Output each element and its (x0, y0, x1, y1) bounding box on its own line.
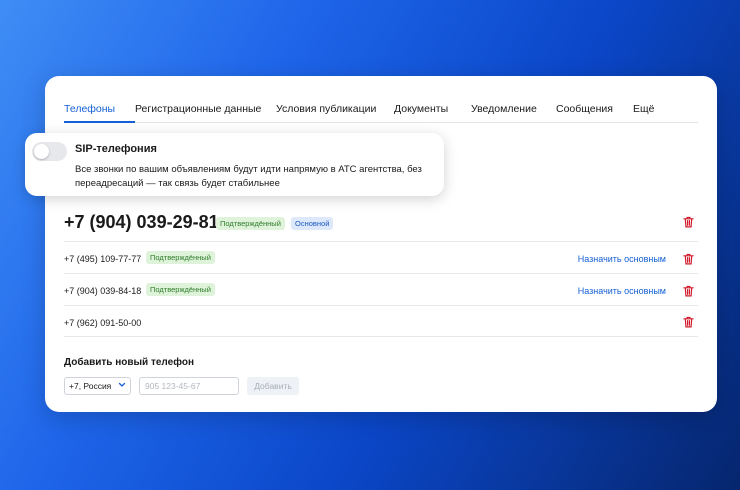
tab-messages[interactable]: Сообщения (556, 103, 633, 122)
tab-phones[interactable]: Телефоны (64, 103, 135, 123)
trash-icon[interactable] (683, 216, 694, 228)
sip-toggle[interactable] (32, 142, 67, 161)
phone-row: +7 (495) 109-77-77 Подтверждённый Назнач… (64, 242, 698, 274)
tab-publication-terms[interactable]: Условия публикации (276, 103, 394, 122)
phone-number: +7 (962) 091-50-00 (64, 318, 142, 328)
tab-more[interactable]: Ещё (633, 103, 663, 122)
phone-row-main: +7 (904) 039-29-81 Подтверждённый Основн… (64, 212, 698, 242)
trash-icon[interactable] (683, 253, 694, 265)
sip-description: Все звонки по вашим объявлениям будут ид… (75, 164, 422, 189)
tab-notification[interactable]: Уведомление (471, 103, 556, 122)
tab-documents[interactable]: Документы (394, 103, 471, 122)
phone-row: +7 (962) 091-50-00 (64, 306, 698, 337)
sip-title: SIP-телефония (75, 143, 157, 155)
phone-number: +7 (495) 109-77-77 (64, 254, 142, 264)
chevron-down-icon (118, 382, 126, 387)
trash-icon[interactable] (683, 285, 694, 297)
phone-row: +7 (904) 039-84-18 Подтверждённый Назнач… (64, 274, 698, 306)
country-select[interactable]: +7, Россия (64, 377, 131, 395)
add-phone-button[interactable]: Добавить (247, 377, 299, 395)
set-main-button[interactable]: Назначить основным (578, 286, 666, 296)
country-select-value: +7, Россия (69, 381, 112, 391)
tab-registration[interactable]: Регистрационные данные (135, 103, 276, 122)
settings-card: Телефоны Регистрационные данные Условия … (45, 76, 717, 412)
add-phone-title: Добавить новый телефон (64, 357, 194, 368)
confirmed-badge: Подтверждённый (216, 217, 285, 230)
toggle-knob (34, 144, 49, 159)
tabs-bar: Телефоны Регистрационные данные Условия … (64, 103, 698, 123)
phone-number: +7 (904) 039-29-81 (64, 212, 219, 232)
main-badge: Основной (291, 217, 334, 230)
set-main-button[interactable]: Назначить основным (578, 254, 666, 264)
trash-icon[interactable] (683, 316, 694, 328)
phone-number: +7 (904) 039-84-18 (64, 286, 142, 296)
confirmed-badge: Подтверждённый (146, 251, 215, 264)
confirmed-badge: Подтверждённый (146, 283, 215, 296)
sip-telephony-panel: SIP-телефония Все звонки по вашим объявл… (25, 133, 444, 196)
phone-number-input[interactable] (139, 377, 239, 395)
